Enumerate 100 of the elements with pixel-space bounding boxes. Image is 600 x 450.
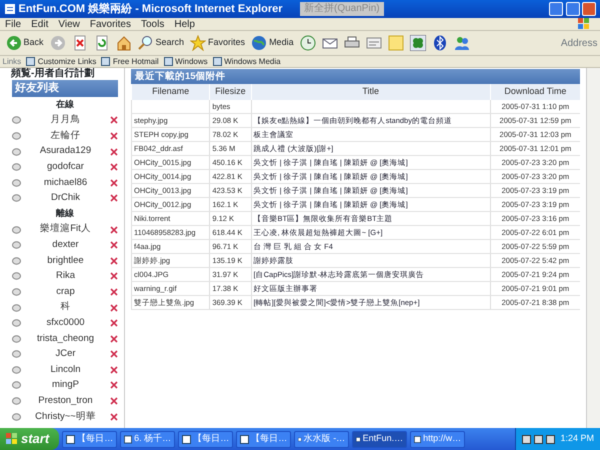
menu-item[interactable]: Edit — [26, 18, 54, 30]
column-header: Filesize — [210, 84, 252, 100]
menu-item[interactable]: Tools — [136, 18, 170, 30]
refresh-icon[interactable] — [94, 35, 110, 51]
windows-flag-icon — [6, 433, 18, 445]
remove-icon[interactable] — [110, 241, 118, 250]
taskbar-button[interactable]: 水水版 -… — [294, 430, 350, 448]
friend-name[interactable]: godofcar — [21, 160, 110, 174]
remove-icon[interactable] — [110, 163, 118, 172]
search-icon — [138, 35, 154, 51]
friend-name[interactable]: dexter — [21, 238, 110, 252]
column-header: Filename — [132, 84, 210, 100]
page-icon — [26, 57, 36, 66]
remove-icon[interactable] — [110, 334, 118, 343]
star-icon — [190, 35, 206, 51]
taskbar-button[interactable]: 【每日… — [62, 430, 118, 448]
menu-item[interactable]: Favorites — [84, 18, 136, 30]
menu-item[interactable]: View — [53, 18, 85, 30]
page-icon — [4, 3, 16, 15]
window-icon — [298, 434, 302, 444]
friend-name[interactable]: 左輪仔 — [21, 128, 110, 144]
globe-icon — [251, 35, 268, 51]
remove-icon[interactable] — [110, 397, 118, 406]
help-icon[interactable] — [546, 434, 555, 444]
remove-icon[interactable] — [110, 304, 118, 312]
column-header: Download Time — [490, 84, 580, 100]
friend-name[interactable]: sfxc0000 — [21, 316, 110, 330]
remove-icon[interactable] — [110, 350, 118, 358]
taskbar-button[interactable]: 【每日… — [236, 430, 292, 448]
friend-name[interactable]: Preston_tron — [21, 394, 110, 408]
column-header: Title — [251, 84, 490, 100]
menu-item[interactable]: File — [0, 18, 26, 30]
bluetooth-icon[interactable] — [432, 35, 448, 51]
friends-header: 好友列表 — [12, 80, 118, 97]
window-icon — [66, 434, 76, 444]
link-item[interactable]: Free Hotmail — [101, 56, 159, 68]
remove-icon[interactable] — [110, 288, 118, 296]
remove-icon[interactable] — [110, 132, 118, 140]
windows-flag-icon — [578, 18, 590, 30]
friend-name[interactable]: JCer — [21, 347, 110, 362]
section-label: 在線 — [54, 98, 75, 111]
window-icon — [240, 434, 250, 444]
remove-icon[interactable] — [110, 366, 118, 374]
people-icon[interactable] — [454, 35, 470, 51]
clock: 1:24 PM — [560, 432, 594, 446]
page-icon — [212, 57, 222, 66]
toolbar-button[interactable]: Media — [248, 35, 297, 51]
friend-name[interactable]: trista_cheong — [21, 332, 110, 346]
taskbar-button[interactable]: 6. 杨千… — [120, 430, 176, 448]
friend-name[interactable]: 科 — [21, 300, 110, 315]
link-item[interactable]: Windows — [164, 56, 208, 68]
clock-icon[interactable] — [300, 35, 316, 51]
remove-icon[interactable] — [110, 272, 118, 280]
maximize-button[interactable] — [566, 2, 580, 16]
links-label: Links — [2, 56, 22, 68]
friend-name[interactable]: michael86 — [21, 176, 110, 190]
toolbar-button[interactable]: Search — [134, 35, 188, 51]
page-icon — [101, 57, 110, 66]
close-button[interactable] — [582, 2, 596, 16]
friend-name[interactable]: 月月鳥 — [21, 113, 110, 128]
table-title: 最近下載的15個附件 — [131, 69, 580, 84]
ime-bar: 新全拼(QuanPin) — [300, 2, 384, 16]
window-title: EntFun.COM 娛樂兩紛 - Microsoft Internet Explorer — [18, 2, 283, 17]
taskbar-button[interactable]: EntFun.… — [352, 430, 408, 448]
address-label: Address — [560, 36, 598, 50]
document-icon[interactable] — [366, 35, 382, 51]
friend-name[interactable]: 樂壇滬Fit人 — [21, 222, 110, 237]
remove-icon[interactable] — [110, 226, 118, 234]
toolbar-button[interactable]: Favorites — [187, 35, 248, 51]
toolbar-button[interactable]: Back — [2, 35, 47, 51]
remove-icon[interactable] — [110, 148, 118, 156]
friend-name[interactable]: Asurada129 — [21, 144, 110, 159]
remove-icon[interactable] — [110, 319, 118, 328]
remove-icon[interactable] — [110, 116, 118, 124]
window-icon — [182, 434, 192, 444]
friend-name[interactable]: brightlee — [21, 254, 110, 268]
vertical-scrollbar[interactable] — [586, 68, 600, 428]
friend-name[interactable]: crap — [21, 284, 110, 300]
taskbar-button[interactable]: http://w… — [410, 430, 466, 448]
friend-name[interactable]: Rika — [21, 269, 110, 284]
friend-name[interactable]: Lincoln — [21, 362, 110, 378]
clover-icon[interactable] — [410, 35, 426, 51]
remove-icon[interactable] — [110, 412, 118, 421]
shield-icon[interactable] — [522, 434, 531, 444]
window-icon — [414, 434, 422, 444]
taskbar-button[interactable]: 【每日… — [178, 430, 234, 448]
network-icon[interactable] — [534, 434, 543, 444]
link-item[interactable]: Customize Links — [26, 56, 96, 68]
friend-name[interactable]: Christy~~明華 — [21, 410, 110, 424]
home-icon[interactable] — [116, 35, 132, 51]
remove-icon[interactable] — [110, 381, 118, 390]
remove-icon[interactable] — [110, 256, 118, 265]
remove-icon[interactable] — [110, 178, 118, 187]
menu-item[interactable]: Help — [169, 18, 200, 30]
minimize-button[interactable] — [549, 2, 563, 16]
friend-name[interactable]: DrChik — [21, 191, 110, 206]
remove-icon[interactable] — [110, 194, 118, 202]
link-item[interactable]: Windows Media — [212, 56, 281, 68]
stop-icon[interactable] — [72, 35, 88, 51]
friend-name[interactable]: mingP — [21, 378, 110, 393]
